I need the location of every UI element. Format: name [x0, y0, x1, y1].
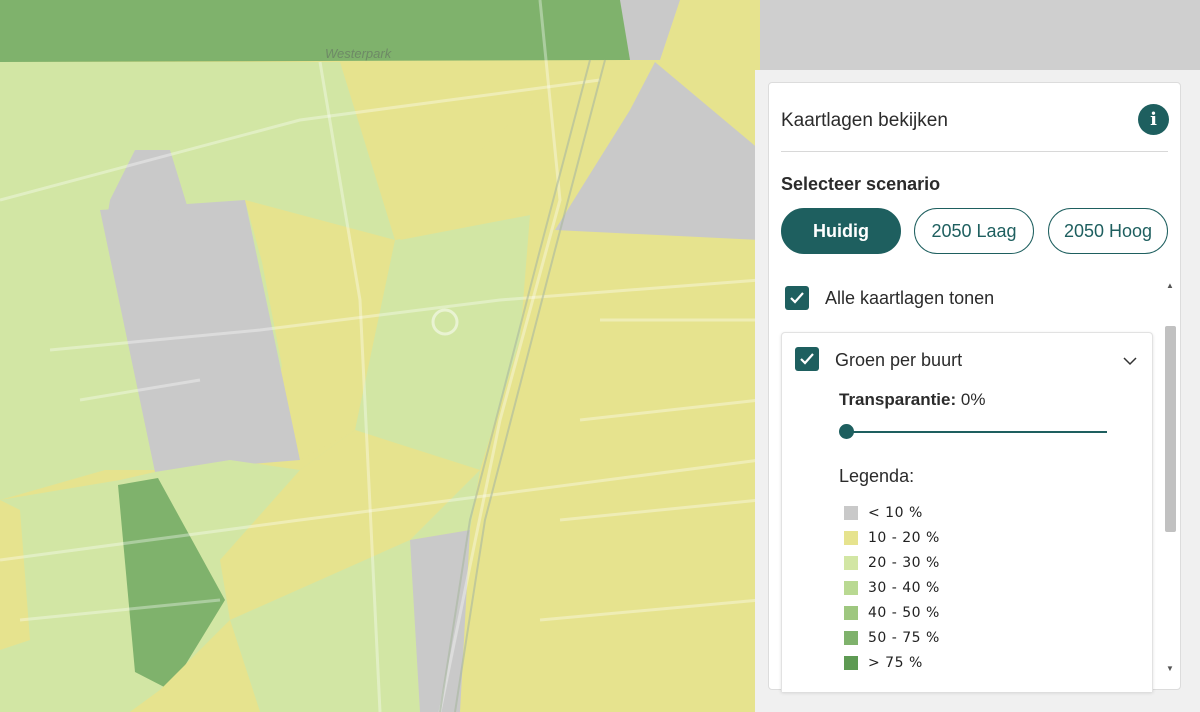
layer-name: Groen per buurt — [835, 350, 963, 370]
scenario-button-2050-hoog[interactable]: 2050 Hoog — [1048, 208, 1168, 254]
legend-swatch — [844, 631, 858, 645]
legend-item: < 10 % — [844, 504, 923, 522]
scroll-up-icon[interactable]: ▲ — [1166, 281, 1174, 290]
checkmark-icon — [800, 353, 814, 365]
info-button[interactable]: i — [1138, 104, 1169, 135]
map-park-label: Westerpark — [325, 46, 393, 61]
legend-label: 50 - 75 % — [868, 630, 940, 646]
scenario-button-2050-laag[interactable]: 2050 Laag — [914, 208, 1034, 254]
legend-label: 40 - 50 % — [868, 605, 940, 621]
transparency-label: Transparantie: 0% — [839, 390, 985, 410]
legend-label: 10 - 20 % — [868, 530, 940, 546]
transparency-slider-thumb[interactable] — [839, 424, 854, 439]
checkmark-icon — [790, 292, 804, 304]
legend-item: 10 - 20 % — [844, 529, 940, 547]
panel-title: Kaartlagen bekijken — [781, 110, 948, 131]
legend-swatch — [844, 656, 858, 670]
legend-item: 20 - 30 % — [844, 554, 940, 572]
legend-swatch — [844, 606, 858, 620]
transparency-label-text: Transparantie: — [839, 390, 957, 409]
legend-label: 20 - 30 % — [868, 555, 940, 571]
legend-swatch — [844, 581, 858, 595]
map-area-grey-south[interactable] — [410, 530, 470, 712]
layer-card-groen: Groen per buurt Transparantie: 0% Legend… — [781, 332, 1153, 692]
layers-panel: Kaartlagen bekijken i Selecteer scenario… — [768, 82, 1181, 692]
panel-scrollbar[interactable]: ▲ ▼ — [1163, 279, 1178, 677]
show-all-label: Alle kaartlagen tonen — [825, 288, 995, 308]
legend-label: < 10 % — [868, 505, 923, 521]
legend-item: 30 - 40 % — [844, 579, 940, 597]
map-area-ne-grey[interactable] — [760, 0, 1200, 70]
legend-item: > 75 % — [844, 654, 923, 672]
show-all-checkbox[interactable] — [785, 286, 809, 310]
legend-item: 40 - 50 % — [844, 604, 940, 622]
panel-divider — [781, 151, 1168, 152]
transparency-value: 0% — [960, 390, 986, 409]
legend-label: > 75 % — [868, 655, 923, 671]
legend-item: 50 - 75 % — [844, 629, 940, 647]
info-icon: i — [1150, 109, 1157, 130]
legend-swatch — [844, 556, 858, 570]
scenario-title: Selecteer scenario — [781, 174, 941, 194]
legend-swatch — [844, 506, 858, 520]
layer-checkbox[interactable] — [795, 347, 819, 371]
transparency-slider-track[interactable] — [846, 431, 1107, 433]
scroll-down-icon[interactable]: ▼ — [1166, 664, 1174, 673]
legend-title: Legenda: — [839, 466, 915, 486]
legend-label: 30 - 40 % — [868, 580, 940, 596]
chevron-down-icon[interactable] — [1122, 353, 1138, 369]
scroll-thumb[interactable] — [1165, 326, 1176, 532]
legend-swatch — [844, 531, 858, 545]
scenario-button-huidig[interactable]: Huidig — [781, 208, 901, 254]
